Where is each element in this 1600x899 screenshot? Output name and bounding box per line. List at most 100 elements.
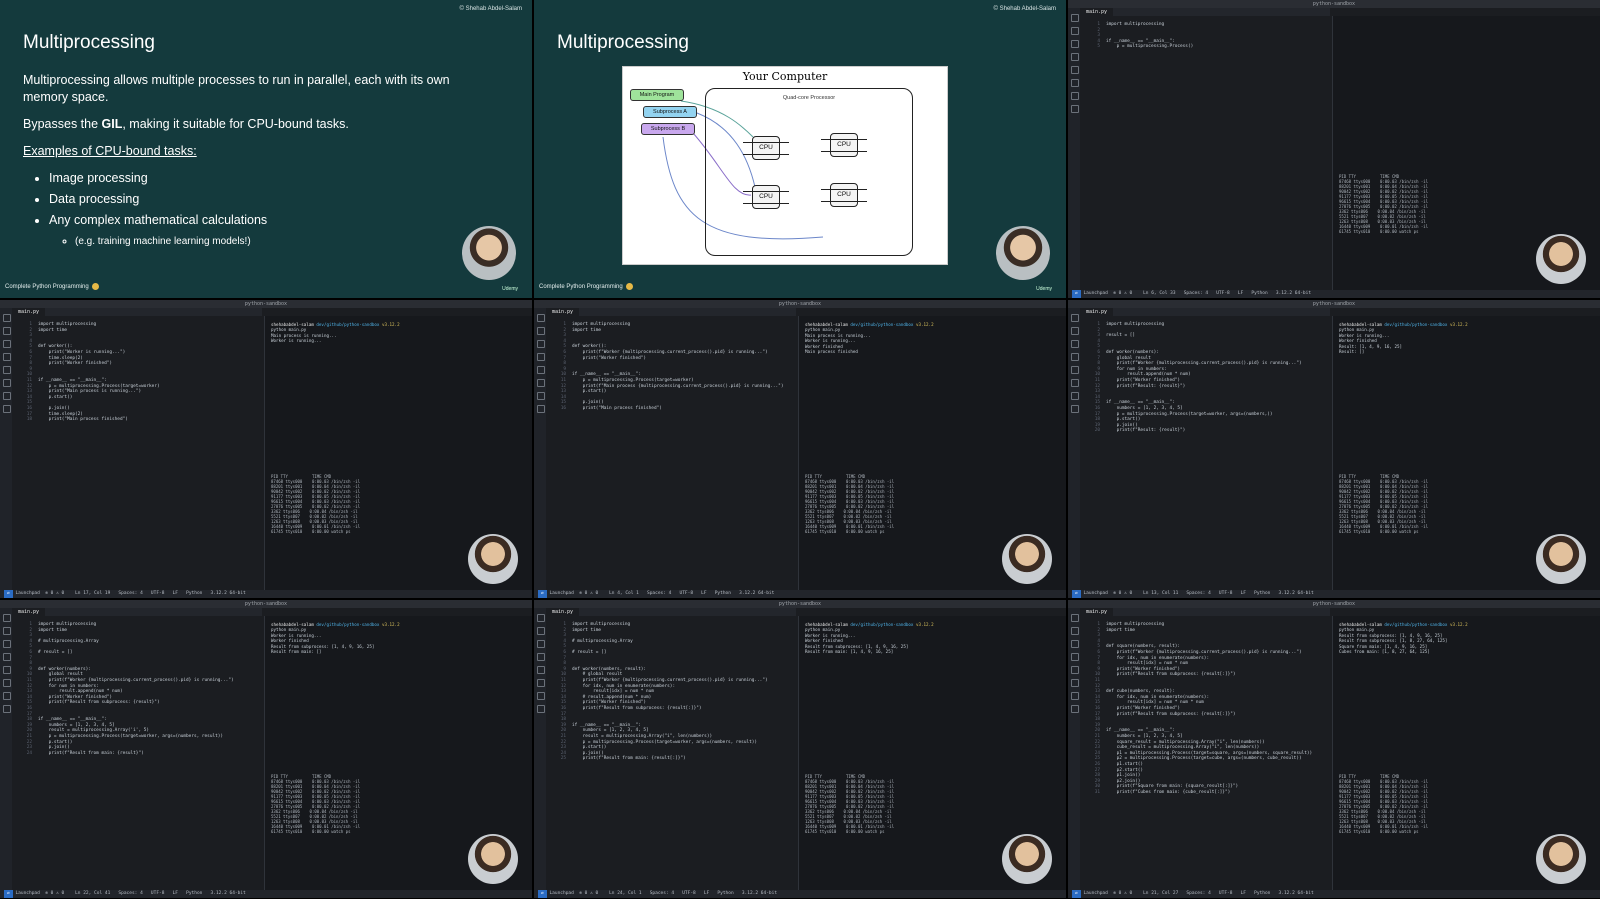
subprocess-b-box: Subprocess B — [641, 123, 695, 135]
remote-indicator[interactable]: ⇌ — [538, 590, 547, 598]
docker-icon[interactable] — [1071, 392, 1079, 400]
remote-icon[interactable] — [1071, 705, 1079, 713]
thumbnail-ide-7[interactable]: python-sandbox main.py 1 import multiproces… — [534, 600, 1066, 898]
thumbnail-ide-4[interactable]: python-sandbox main.py 1 import multiproces… — [534, 300, 1066, 598]
tab-main-py[interactable]: main.py — [546, 308, 580, 316]
editor-pane[interactable]: 1 import multiprocessing 2 import time 3 4 5 de… — [12, 316, 262, 590]
remote-icon[interactable] — [537, 705, 545, 713]
code-text: def worker(): — [572, 344, 607, 350]
search-icon[interactable] — [3, 327, 11, 335]
remote-icon[interactable] — [3, 405, 11, 413]
extensions-icon[interactable] — [1071, 66, 1079, 74]
testing-icon[interactable] — [1071, 379, 1079, 387]
code-editor-window: python-sandbox main.py 1 import multiproces… — [1068, 300, 1600, 598]
tab-main-py[interactable]: main.py — [1080, 308, 1114, 316]
editor-pane[interactable]: 1 import multiprocessing 2 3 4 if __name__ ==… — [1080, 16, 1330, 290]
code-text: p = multiprocessing.Process(target=worke… — [572, 378, 694, 383]
files-icon[interactable] — [3, 614, 11, 622]
extensions-icon[interactable] — [3, 366, 11, 374]
files-icon[interactable] — [3, 314, 11, 322]
remote-icon[interactable] — [537, 405, 545, 413]
testing-icon[interactable] — [3, 379, 11, 387]
thumbnail-slide-intro[interactable]: © Shehab Abdel-Salam Multiprocessing Mul… — [0, 0, 532, 298]
source-control-icon[interactable] — [1071, 340, 1079, 348]
extensions-icon[interactable] — [1071, 366, 1079, 374]
testing-icon[interactable] — [537, 679, 545, 687]
tab-main-py[interactable]: main.py — [1080, 8, 1114, 16]
tab-main-py[interactable]: main.py — [12, 608, 46, 616]
code-text: def worker(): — [38, 344, 73, 350]
tab-main-py[interactable]: main.py — [546, 608, 580, 616]
code-text: print(f"Result: {result}") — [1106, 428, 1186, 434]
editor-pane[interactable]: 1 import multiprocessing 2 import time 3 4 5 de… — [1080, 616, 1330, 890]
code-text: time.sleep(2) — [38, 355, 83, 361]
run-debug-icon[interactable] — [537, 653, 545, 661]
extensions-icon[interactable] — [3, 666, 11, 674]
source-control-icon[interactable] — [537, 340, 545, 348]
source-control-icon[interactable] — [3, 640, 11, 648]
list-item: Data processing — [49, 191, 493, 208]
extensions-icon[interactable] — [1071, 666, 1079, 674]
testing-icon[interactable] — [537, 379, 545, 387]
thumbnail-ide-6[interactable]: python-sandbox main.py 1 import multiproces… — [0, 600, 532, 898]
docker-icon[interactable] — [3, 692, 11, 700]
run-debug-icon[interactable] — [3, 653, 11, 661]
search-icon[interactable] — [1071, 627, 1079, 635]
source-control-icon[interactable] — [1071, 40, 1079, 48]
thumbnail-slide-diagram[interactable]: © Shehab Abdel-Salam Multiprocessing You… — [534, 0, 1066, 298]
files-icon[interactable] — [537, 314, 545, 322]
code-text: if __name__ == "__main__": — [38, 717, 107, 723]
copyright-text: © Shehab Abdel-Salam — [993, 6, 1056, 12]
remote-indicator[interactable]: ⇌ — [538, 890, 547, 898]
run-debug-icon[interactable] — [1071, 653, 1079, 661]
files-icon[interactable] — [1071, 614, 1079, 622]
run-debug-icon[interactable] — [1071, 353, 1079, 361]
prompt-version: v3.12.2 — [1449, 622, 1468, 627]
search-icon[interactable] — [537, 327, 545, 335]
docker-icon[interactable] — [537, 692, 545, 700]
extensions-icon[interactable] — [537, 366, 545, 374]
remote-indicator[interactable]: ⇌ — [1072, 890, 1081, 898]
docker-icon[interactable] — [1071, 692, 1079, 700]
extensions-icon[interactable] — [537, 666, 545, 674]
tab-main-py[interactable]: main.py — [1080, 608, 1114, 616]
code-text: import time — [38, 327, 68, 333]
source-control-icon[interactable] — [1071, 640, 1079, 648]
thumbnail-ide-2[interactable]: python-sandbox main.py 1 import multiproces… — [1068, 0, 1600, 298]
remote-indicator[interactable]: ⇌ — [4, 890, 13, 898]
status-left: Launchpad ⊗ 0 ⚠ 0 — [1083, 291, 1133, 296]
files-icon[interactable] — [1071, 14, 1079, 22]
files-icon[interactable] — [537, 614, 545, 622]
docker-icon[interactable] — [537, 392, 545, 400]
search-icon[interactable] — [3, 627, 11, 635]
editor-pane[interactable]: 1 import multiprocessing 2 import time 3 4 5 de… — [546, 316, 796, 590]
thumbnail-ide-8[interactable]: python-sandbox main.py 1 import multiproces… — [1068, 600, 1600, 898]
run-debug-icon[interactable] — [537, 353, 545, 361]
remote-indicator[interactable]: ⇌ — [4, 590, 13, 598]
testing-icon[interactable] — [1071, 679, 1079, 687]
source-control-icon[interactable] — [3, 340, 11, 348]
search-icon[interactable] — [1071, 327, 1079, 335]
udemy-watermark: Udemy — [502, 286, 518, 292]
search-icon[interactable] — [537, 627, 545, 635]
run-debug-icon[interactable] — [1071, 53, 1079, 61]
search-icon[interactable] — [1071, 27, 1079, 35]
editor-pane[interactable]: 1 import multiprocessing 2 3 result = [] 4 5 6 d… — [1080, 316, 1330, 590]
remote-icon[interactable] — [1071, 405, 1079, 413]
remote-indicator[interactable]: ⇌ — [1072, 590, 1081, 598]
source-control-icon[interactable] — [537, 640, 545, 648]
remote-icon[interactable] — [1071, 105, 1079, 113]
files-icon[interactable] — [1071, 314, 1079, 322]
run-debug-icon[interactable] — [3, 353, 11, 361]
thumbnail-ide-3[interactable]: python-sandbox main.py 1 import multiproces… — [0, 300, 532, 598]
remote-indicator[interactable]: ⇌ — [1072, 290, 1081, 298]
docker-icon[interactable] — [3, 392, 11, 400]
docker-icon[interactable] — [1071, 92, 1079, 100]
thumbnail-ide-5[interactable]: python-sandbox main.py 1 import multiproces… — [1068, 300, 1600, 598]
editor-pane[interactable]: 1 import multiprocessing 2 import time 3 4 # m… — [12, 616, 262, 890]
editor-pane[interactable]: 1 import multiprocessing 2 import time 3 4 # m… — [546, 616, 796, 890]
testing-icon[interactable] — [1071, 79, 1079, 87]
testing-icon[interactable] — [3, 679, 11, 687]
remote-icon[interactable] — [3, 705, 11, 713]
tab-main-py[interactable]: main.py — [12, 308, 46, 316]
